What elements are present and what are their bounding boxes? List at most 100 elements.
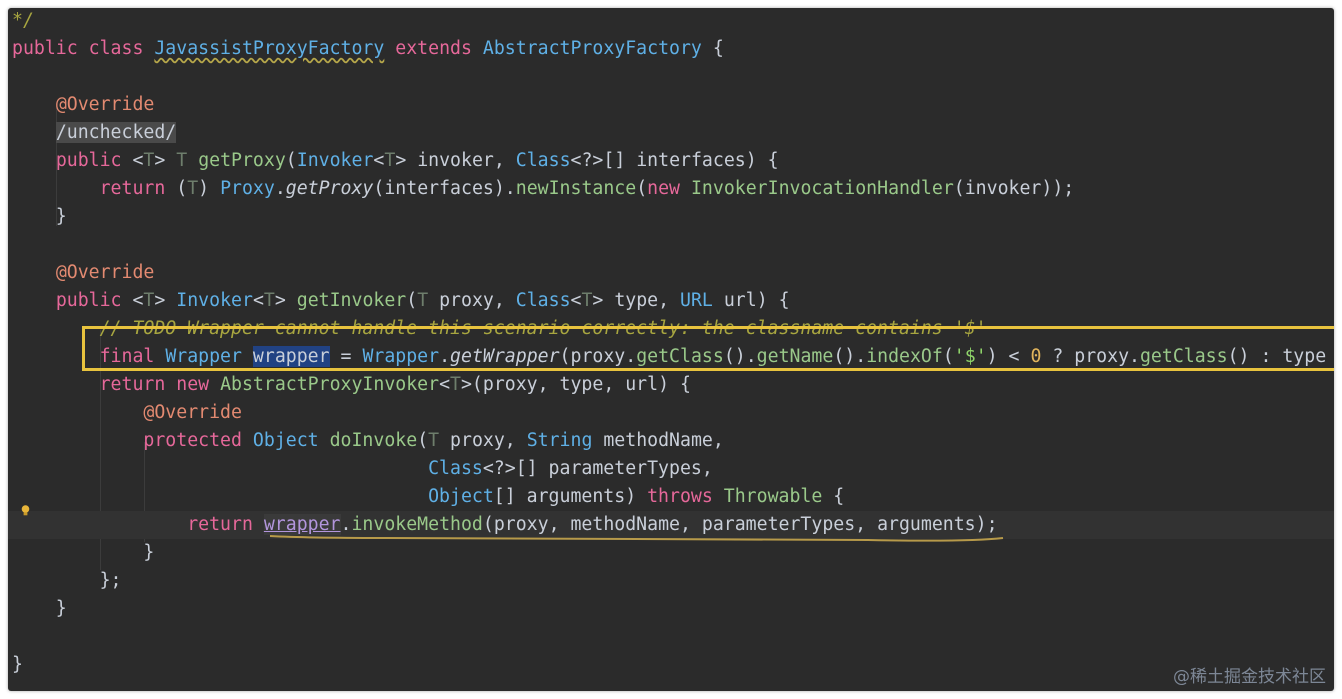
- code-text[interactable]: */ public class JavassistProxyFactory ext…: [8, 8, 1334, 679]
- code-token: Class: [515, 290, 571, 311]
- code-line[interactable]: public <T> T getProxy(Invoker<T> invoker…: [12, 147, 1334, 175]
- code-line[interactable]: @Override: [12, 259, 1334, 287]
- code-line[interactable]: [12, 63, 1334, 91]
- code-token: /unchecked/: [55, 122, 177, 143]
- code-token: doInvoke: [329, 430, 418, 451]
- code-token: public: [55, 290, 122, 311]
- code-token: return: [187, 514, 253, 535]
- code-token: T: [428, 430, 440, 451]
- code-token: extends: [395, 38, 472, 59]
- code-token: T: [143, 290, 155, 311]
- code-token: AbstractProxyFactory: [482, 38, 702, 59]
- code-token: @Override: [55, 262, 155, 283]
- code-line[interactable]: /unchecked/: [12, 119, 1334, 147]
- code-token: T: [176, 150, 188, 171]
- code-token: }: [12, 542, 155, 563]
- code-token: (: [942, 346, 954, 367]
- code-token: methodName,: [592, 430, 724, 451]
- code-token: <: [373, 150, 385, 171]
- underline-annotation: [269, 535, 1004, 542]
- code-line[interactable]: [12, 623, 1334, 651]
- code-token: >: [154, 150, 177, 171]
- code-token: }: [12, 598, 67, 619]
- code-token: getWrapper: [450, 346, 560, 367]
- code-token: ) <: [986, 346, 1031, 367]
- code-token: AbstractProxyInvoker: [220, 374, 440, 395]
- code-line[interactable]: }: [12, 651, 1334, 679]
- code-token: getProxy: [285, 178, 374, 199]
- code-token: wrapper: [252, 346, 330, 367]
- code-token: <: [121, 290, 144, 311]
- code-token: T: [417, 290, 429, 311]
- code-token: getProxy: [198, 150, 286, 171]
- code-token: JavassistProxyFactory: [154, 38, 385, 59]
- code-token: (invoker));: [953, 178, 1075, 199]
- code-line[interactable]: }: [12, 595, 1334, 623]
- code-line[interactable]: final Wrapper wrapper = Wrapper.getWrapp…: [12, 343, 1334, 371]
- code-line[interactable]: return (T) Proxy.getProxy(interfaces).ne…: [12, 175, 1334, 203]
- code-line[interactable]: };: [12, 567, 1334, 595]
- code-line[interactable]: public <T> Invoker<T> getInvoker(T proxy…: [12, 287, 1334, 315]
- code-token: (: [165, 178, 188, 199]
- code-line[interactable]: }: [12, 203, 1334, 231]
- code-token: () : type: [1227, 346, 1327, 367]
- code-line[interactable]: @Override: [12, 91, 1334, 119]
- code-token: <: [252, 290, 264, 311]
- code-token: final: [99, 346, 155, 367]
- code-token: >(proxy, type, url) {: [460, 374, 691, 395]
- code-line[interactable]: [12, 231, 1334, 259]
- code-token: .: [274, 178, 286, 199]
- code-editor[interactable]: */ public class JavassistProxyFactory ext…: [8, 8, 1334, 691]
- code-token: URL: [680, 290, 713, 311]
- code-token: Throwable: [723, 486, 823, 507]
- code-token: Object: [428, 486, 494, 507]
- code-token: Wrapper: [362, 346, 440, 367]
- code-line[interactable]: protected Object doInvoke(T proxy, Strin…: [12, 427, 1334, 455]
- code-line[interactable]: return new AbstractProxyInvoker<T>(proxy…: [12, 371, 1334, 399]
- code-token: */: [12, 10, 34, 31]
- code-token: @Override: [55, 94, 155, 115]
- code-line[interactable]: Object[] arguments) throws Throwable {: [12, 483, 1334, 511]
- code-line[interactable]: // TODO Wrapper cannot handle this scena…: [12, 315, 1334, 343]
- code-line[interactable]: @Override: [12, 399, 1334, 427]
- code-line[interactable]: Class<?>[] parameterTypes,: [12, 455, 1334, 483]
- code-token: protected: [143, 430, 242, 451]
- code-token: (: [417, 430, 429, 451]
- code-token: newInstance: [515, 178, 637, 199]
- code-token: >: [154, 290, 177, 311]
- code-line[interactable]: */: [12, 8, 1334, 35]
- code-token: getInvoker: [296, 290, 407, 311]
- code-token: {: [822, 486, 845, 507]
- code-token: ? proxy.: [1041, 346, 1140, 367]
- code-token: ().: [833, 346, 867, 367]
- code-token: Class: [428, 458, 483, 479]
- code-token: Invoker: [176, 290, 253, 311]
- code-token: .: [439, 346, 451, 367]
- code-token: (proxy.: [559, 346, 637, 367]
- code-token: getName: [756, 346, 834, 367]
- lightbulb-icon[interactable]: [21, 505, 30, 516]
- code-token: T: [187, 178, 199, 199]
- code-line[interactable]: public class JavassistProxyFactory exten…: [12, 35, 1334, 63]
- code-token: (: [285, 150, 297, 171]
- code-token: Wrapper: [165, 346, 242, 367]
- code-token: getClass: [636, 346, 724, 367]
- code-token: // TODO Wrapper cannot handle this scena…: [99, 318, 987, 339]
